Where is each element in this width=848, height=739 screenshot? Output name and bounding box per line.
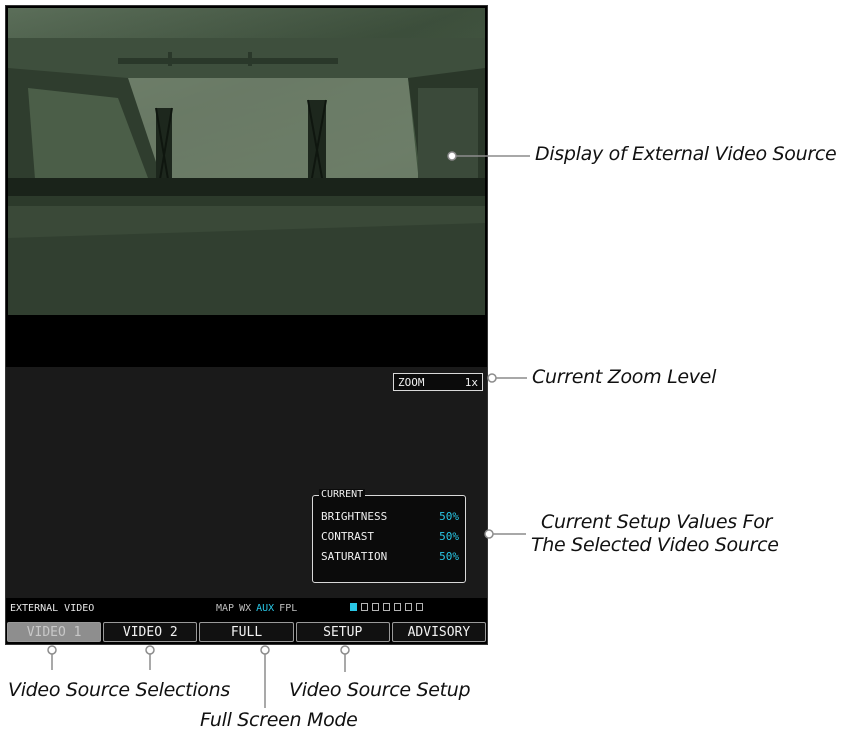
callout-setup-values-line2: The Selected Video Source bbox=[531, 534, 779, 556]
callout-video-display: Display of External Video Source bbox=[535, 143, 837, 165]
callout-leader-lines bbox=[47, 151, 530, 708]
callout-setup-values-line1: Current Setup Values For bbox=[541, 511, 773, 533]
callout-source-setup: Video Source Setup bbox=[289, 679, 471, 701]
callout-zoom-level: Current Zoom Level bbox=[532, 366, 717, 388]
callout-source-selections: Video Source Selections bbox=[8, 679, 230, 701]
callout-full-screen: Full Screen Mode bbox=[200, 709, 358, 731]
